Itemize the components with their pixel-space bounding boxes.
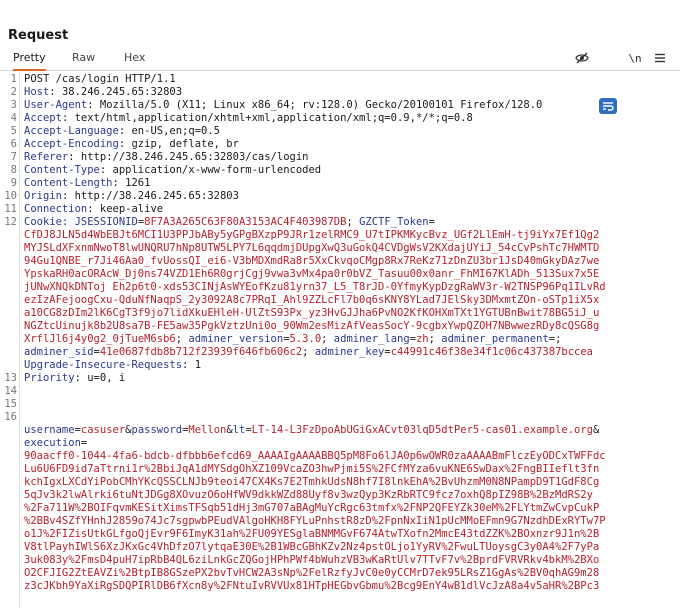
request-editor[interactable]: 1 2 3 4 5 6 7 8 9 10 11 12 13 14 15 16 P… [0, 72, 680, 608]
header-key: Priority [24, 372, 75, 384]
body-line: execution= [24, 437, 88, 449]
body-value-line: 5qJv3k2lwAlrki6tuNtJDGg8XOvuzO6oHfWV9dkk… [24, 489, 593, 501]
view-tabs: Pretty Raw Hex \n [0, 48, 680, 114]
hide-eye-icon[interactable] [573, 49, 591, 67]
header-key: Content-Length [24, 177, 113, 189]
tab-pretty[interactable]: Pretty [13, 48, 46, 71]
header-value: gzip, deflate, br [125, 138, 239, 150]
panel-title: Request [8, 28, 69, 43]
body-line: username=casuser&password=Mellon&lt=LT-1… [24, 424, 600, 436]
line-number: 6 [10, 138, 17, 150]
header-line: Origin: http://38.246.245.65:32803 [24, 190, 239, 202]
line-number: 5 [10, 125, 17, 137]
line-number: 9 [10, 177, 17, 189]
header-value: en-US,en;q=0.5 [125, 125, 220, 137]
body-value-line: z3cJKbh9YaXiRgSDQPIRlDB6fXcn8y%2FNtuIvRV… [24, 580, 600, 592]
header-key: Referer [24, 151, 69, 163]
body-value-line: Lu6U6FD9id7aTtrni1r%2BbiJqA1dMYSdgOhXZ10… [24, 463, 600, 475]
tab-raw[interactable]: Raw [72, 48, 95, 69]
cookie-value-line: CfDJ8JLN5d4WbEBJt6MCI1U3PPJbABy5yGPgBXzp… [24, 229, 600, 241]
header-key: Content-Type [24, 164, 100, 176]
header-key: User-Agent [24, 99, 88, 111]
header-line: Accept-Encoding: gzip, deflate, br [24, 138, 239, 150]
line-number-gutter: 1 2 3 4 5 6 7 8 9 10 11 12 13 14 15 16 [0, 72, 20, 608]
header-value: u=0, i [80, 372, 126, 384]
body-value-line: o1J%2FIZisUtkGLfgoQjEvr9F6ImyK31ah%2FU09… [24, 528, 600, 540]
cookie-line: Cookie: JSESSIONID=8F7A3A265C63F80A3153A… [24, 216, 435, 228]
body-value-line: kchIgxLXCdYiPobCMhYKcQSSCLNJb9teoi47CX4K… [24, 476, 600, 488]
cookie-key: JSESSIONID [74, 216, 138, 228]
header-key: Host [24, 86, 50, 98]
line-number: 13 [4, 372, 17, 384]
line-number: 12 [4, 216, 17, 228]
header-line: Upgrade-Insecure-Requests: 1 [24, 359, 202, 371]
header-key: Upgrade-Insecure-Requests [24, 359, 183, 371]
cookie-value-line: jUNwXNQkDNToj Eh2p6t0-xds53CINjAsWYEofKz… [24, 281, 606, 293]
line-number: 10 [4, 190, 17, 202]
header-key: Accept-Encoding [24, 138, 119, 150]
request-panel: Request Pretty Raw Hex \n 1 2 3 4 5 6 7 … [0, 0, 680, 608]
line-number: 7 [10, 151, 17, 163]
line-number: 11 [4, 203, 17, 215]
cookie-value: 8F7A3A265C63F80A3153AC4F403987DB [144, 216, 347, 228]
newline-icon[interactable]: \n [626, 49, 644, 67]
cookie-value-line: a10CG8zDIm2lK6CgT3f9jo7lidXkuEHleH-UlZtS… [24, 307, 600, 319]
body-value-line: V8tlPayhIWlS6XzJKxGc4VhDfzO7lytqaE30E%2B… [24, 541, 600, 553]
line-number: 4 [10, 112, 17, 124]
header-value: 38.246.245.65:32803 [55, 86, 183, 98]
body-value-line: %2BBv4SZfYHnhJ2859o74Jc7sgpwbPEudVAlgoHK… [24, 515, 606, 527]
header-key: Connection [24, 203, 88, 215]
header-line: Connection: keep-alive [24, 203, 164, 215]
header-value: Mozilla/5.0 (X11; Linux x86_64; rv:128.0… [93, 99, 543, 111]
body-value-line: 3uk083y%2FmsD4puH7ipRbB4QL6ziLnkGcZQGojH… [24, 554, 600, 566]
cookie-value-line: MYJSLdXFxnmNwoT8lwUNQRU7hNp8UTW5LPY7L6qq… [24, 242, 600, 254]
line-number: 1 [10, 73, 17, 85]
line-number: 3 [10, 99, 17, 111]
cookie-value-line: adminer_sid=41e0687fdb8b712f23939f646fb6… [24, 346, 593, 358]
header-key: Origin [24, 190, 62, 202]
header-line: Referer: http://38.246.245.65:32803/cas/… [24, 151, 309, 163]
request-line: POST /cas/login HTTP/1.1 [24, 73, 176, 85]
header-value: text/html,application/xhtml+xml,applicat… [68, 112, 473, 124]
header-line: Accept: text/html,application/xhtml+xml,… [24, 112, 473, 124]
cookie-value-line: NGZtcUinujk8b2U8sa7B-FE5aw35PgkVztzUni0o… [24, 320, 600, 332]
header-key: Cookie: [24, 216, 69, 228]
header-line: Accept-Language: en-US,en;q=0.5 [24, 125, 220, 137]
line-number: 14 [4, 385, 17, 397]
header-line: Priority: u=0, i [24, 372, 126, 384]
header-value: http://38.246.245.65:32803 [68, 190, 239, 202]
tab-hex[interactable]: Hex [124, 48, 145, 69]
header-line: Content-Length: 1261 [24, 177, 151, 189]
body-value-line: 90aacff0-1044-4fa6-bdcb-dfbbb6efcd69_AAA… [24, 450, 606, 462]
header-value: application/x-www-form-urlencoded [106, 164, 322, 176]
header-value: keep-alive [93, 203, 164, 215]
header-line: User-Agent: Mozilla/5.0 (X11; Linux x86_… [24, 99, 543, 111]
header-value: http://38.246.245.65:32803/cas/login [74, 151, 309, 163]
header-key: Accept [24, 112, 62, 124]
line-number: 16 [4, 411, 17, 423]
header-value: 1261 [118, 177, 151, 189]
body-value-line: O2CFJIG2ZtEAVZi%2BtpIB8GSzePX2bvTvHCW2A3… [24, 567, 600, 579]
header-key: Accept-Language [24, 125, 119, 137]
cookie-value-line: YpskaRH0acORAcW_Dj0ns74VZD1Eh6R0grjCgj9v… [24, 268, 600, 280]
header-line: Content-Type: application/x-www-form-url… [24, 164, 322, 176]
body-value-line: %2Fa711W%2BOIFqvmKESitXimsTFSqb51dHj3mG7… [24, 502, 600, 514]
cookie-value-line: ezIzAFejoogCxu-QduNfNaqpS_2y3092A8c7PRqI… [24, 294, 600, 306]
menu-icon[interactable] [652, 49, 668, 67]
cookie-key: GZCTF_Token [359, 216, 429, 228]
line-number: 15 [4, 398, 17, 410]
cookie-value-line: XrflJl6j4y0g2_0jTueM6sb6; adminer_versio… [24, 333, 562, 345]
line-number: 8 [10, 164, 17, 176]
cookie-value-line: 94Gu1QNBE_r7Ji46Aa0_fvUossQI_ei6-V3bMDXm… [24, 255, 600, 267]
header-value: 1 [188, 359, 202, 371]
header-line: Host: 38.246.245.65:32803 [24, 86, 183, 98]
line-number: 2 [10, 86, 17, 98]
